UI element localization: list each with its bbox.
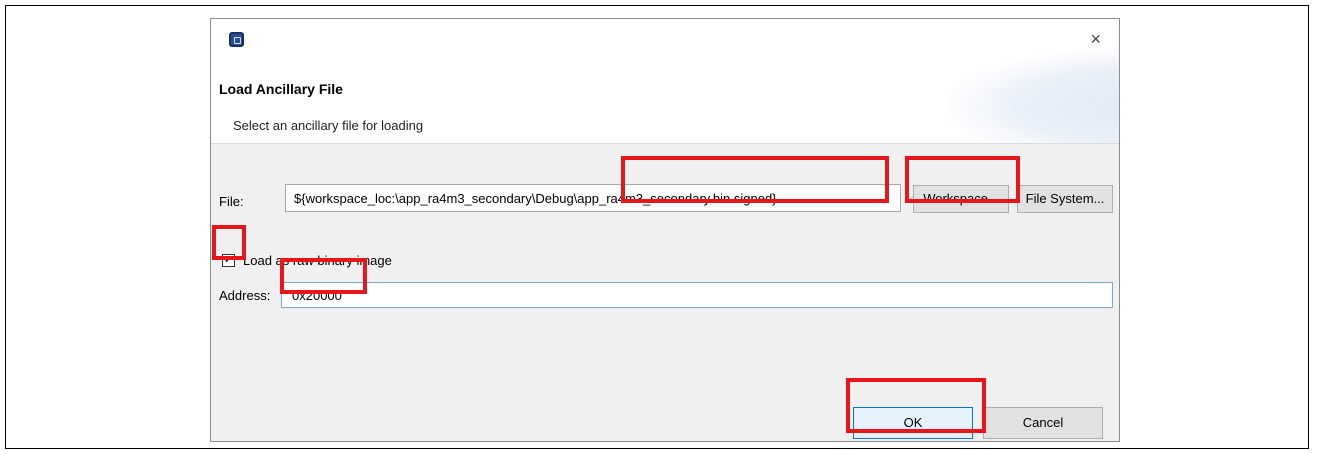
header-banner-graphic <box>949 49 1119 144</box>
address-label: Address: <box>219 288 271 303</box>
highlight-file-name <box>621 156 889 203</box>
dialog-title: Load Ancillary File <box>219 81 343 97</box>
close-icon[interactable]: × <box>1090 30 1101 48</box>
app-icon <box>229 32 244 47</box>
highlight-address-value <box>280 258 367 294</box>
file-label: File: <box>219 194 244 209</box>
dialog-subtitle: Select an ancillary file for loading <box>233 118 424 133</box>
cancel-button[interactable]: Cancel <box>983 407 1103 439</box>
highlight-checkbox <box>212 225 246 260</box>
highlight-workspace-button <box>905 156 1020 203</box>
address-input[interactable]: 0x20000 <box>281 282 1113 308</box>
highlight-ok-button <box>846 378 986 433</box>
file-system-button[interactable]: File System... <box>1017 185 1113 213</box>
